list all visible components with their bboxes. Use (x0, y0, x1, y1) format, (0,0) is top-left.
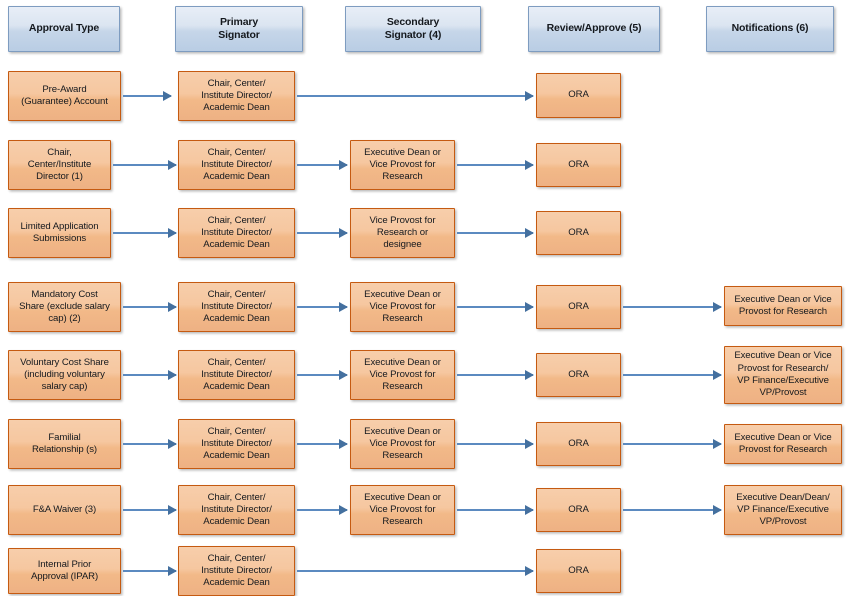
connector-arrow (457, 509, 533, 511)
connector-arrow (297, 164, 347, 166)
column-header-primary-signator: Primary Signator (175, 6, 303, 52)
connector-arrow (623, 374, 721, 376)
notification-box: Executive Dean or Vice Provost for Resea… (724, 346, 842, 404)
secondary-signator-box: Executive Dean or Vice Provost for Resea… (350, 485, 455, 535)
connector-arrow (113, 164, 176, 166)
connector-arrow (123, 443, 176, 445)
review-approve-box: ORA (536, 73, 621, 118)
secondary-signator-box: Executive Dean or Vice Provost for Resea… (350, 350, 455, 400)
primary-signator-box: Chair, Center/ Institute Director/ Acade… (178, 485, 295, 535)
primary-signator-box: Chair, Center/ Institute Director/ Acade… (178, 350, 295, 400)
notification-box: Executive Dean or Vice Provost for Resea… (724, 286, 842, 326)
approval-type-box: Voluntary Cost Share (including voluntar… (8, 350, 121, 400)
connector-arrow (457, 164, 533, 166)
primary-signator-box: Chair, Center/ Institute Director/ Acade… (178, 282, 295, 332)
connector-arrow (123, 374, 176, 376)
column-header-approval-type: Approval Type (8, 6, 120, 52)
connector-arrow (297, 374, 347, 376)
review-approve-box: ORA (536, 285, 621, 329)
flowchart-canvas: Approval Type Primary Signator Secondary… (0, 0, 849, 596)
connector-arrow (623, 306, 721, 308)
connector-arrow (113, 232, 176, 234)
review-approve-box: ORA (536, 143, 621, 187)
connector-arrow (123, 570, 176, 572)
approval-type-box: Mandatory Cost Share (exclude salary cap… (8, 282, 121, 332)
secondary-signator-box: Vice Provost for Research or designee (350, 208, 455, 258)
approval-type-box: Familial Relationship (s) (8, 419, 121, 469)
primary-signator-box: Chair, Center/ Institute Director/ Acade… (178, 419, 295, 469)
connector-arrow (297, 443, 347, 445)
review-approve-box: ORA (536, 549, 621, 593)
review-approve-box: ORA (536, 488, 621, 532)
column-header-secondary-signator: Secondary Signator (4) (345, 6, 481, 52)
secondary-signator-box: Executive Dean or Vice Provost for Resea… (350, 140, 455, 190)
connector-arrow (297, 570, 533, 572)
approval-type-box: Chair, Center/Institute Director (1) (8, 140, 111, 190)
review-approve-box: ORA (536, 422, 621, 466)
primary-signator-box: Chair, Center/ Institute Director/ Acade… (178, 140, 295, 190)
primary-signator-box: Chair, Center/ Institute Director/ Acade… (178, 71, 295, 121)
primary-signator-box: Chair, Center/ Institute Director/ Acade… (178, 546, 295, 596)
connector-arrow (123, 509, 176, 511)
column-header-review-approve: Review/Approve (5) (528, 6, 660, 52)
review-approve-box: ORA (536, 211, 621, 255)
connector-arrow (457, 306, 533, 308)
connector-arrow (297, 306, 347, 308)
connector-arrow (297, 232, 347, 234)
approval-type-box: Internal Prior Approval (IPAR) (8, 548, 121, 594)
connector-arrow (457, 232, 533, 234)
connector-arrow (123, 95, 171, 97)
notification-box: Executive Dean/Dean/ VP Finance/Executiv… (724, 485, 842, 535)
connector-arrow (297, 509, 347, 511)
secondary-signator-box: Executive Dean or Vice Provost for Resea… (350, 419, 455, 469)
connector-arrow (623, 443, 721, 445)
review-approve-box: ORA (536, 353, 621, 397)
connector-arrow (623, 509, 721, 511)
secondary-signator-box: Executive Dean or Vice Provost for Resea… (350, 282, 455, 332)
approval-type-box: Limited Application Submissions (8, 208, 111, 258)
approval-type-box: Pre-Award (Guarantee) Account (8, 71, 121, 121)
approval-type-box: F&A Waiver (3) (8, 485, 121, 535)
connector-arrow (297, 95, 533, 97)
column-header-notifications: Notifications (6) (706, 6, 834, 52)
connector-arrow (123, 306, 176, 308)
notification-box: Executive Dean or Vice Provost for Resea… (724, 424, 842, 464)
connector-arrow (457, 374, 533, 376)
primary-signator-box: Chair, Center/ Institute Director/ Acade… (178, 208, 295, 258)
connector-arrow (457, 443, 533, 445)
